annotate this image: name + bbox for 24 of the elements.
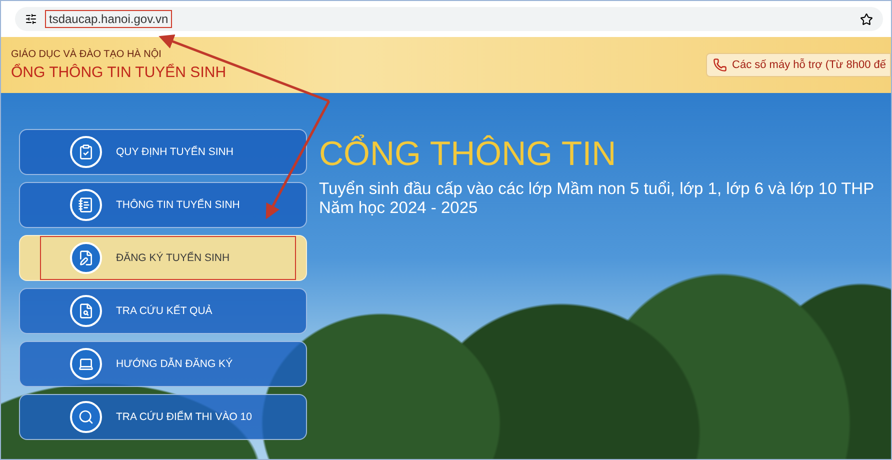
hotline-text: Các số máy hỗ trợ (Từ 8h00 đế [732,59,886,71]
clipboard-check-icon [70,136,102,168]
search-icon [70,401,102,433]
bookmark-star-icon[interactable] [860,12,873,26]
menu-item[interactable]: QUY ĐỊNH TUYỂN SINH [19,129,307,175]
notebook-icon [70,189,102,221]
hotline-label[interactable]: Các số máy hỗ trợ (Từ 8h00 đế [706,53,891,77]
menu-item[interactable]: TRA CỨU KẾT QUẢ [19,288,307,334]
address-bar[interactable]: tsdaucap.hanoi.gov.vn [15,7,883,31]
menu-item[interactable]: HƯỚNG DẪN ĐĂNG KÝ [19,341,307,387]
hero-title: CỔNG THÔNG TIN [319,135,618,174]
document-pen-icon [70,242,102,274]
phone-icon [713,58,728,72]
site-settings-icon[interactable] [25,13,37,25]
school-year: Năm học 2024 - 2025 [319,199,479,218]
document-search-icon [70,295,102,327]
site-title: ỔNG THÔNG TIN TUYỂN SINH [11,64,226,81]
laptop-icon [70,348,102,380]
organization-name: GIÁO DỤC VÀ ĐÀO TẠO HÀ NỘI [11,49,162,60]
menu-item[interactable]: ĐĂNG KÝ TUYỂN SINH [19,235,307,281]
url-text: tsdaucap.hanoi.gov.vn [45,10,172,28]
menu-item[interactable]: TRA CỨU ĐIỂM THI VÀO 10 [19,394,307,440]
menu-item[interactable]: THÔNG TIN TUYỂN SINH [19,182,307,228]
hero-subtitle: Tuyển sinh đầu cấp vào các lớp Mầm non 5 tuổi, lớp 1, lớp 6 và lớp 10 THP [319,180,874,199]
